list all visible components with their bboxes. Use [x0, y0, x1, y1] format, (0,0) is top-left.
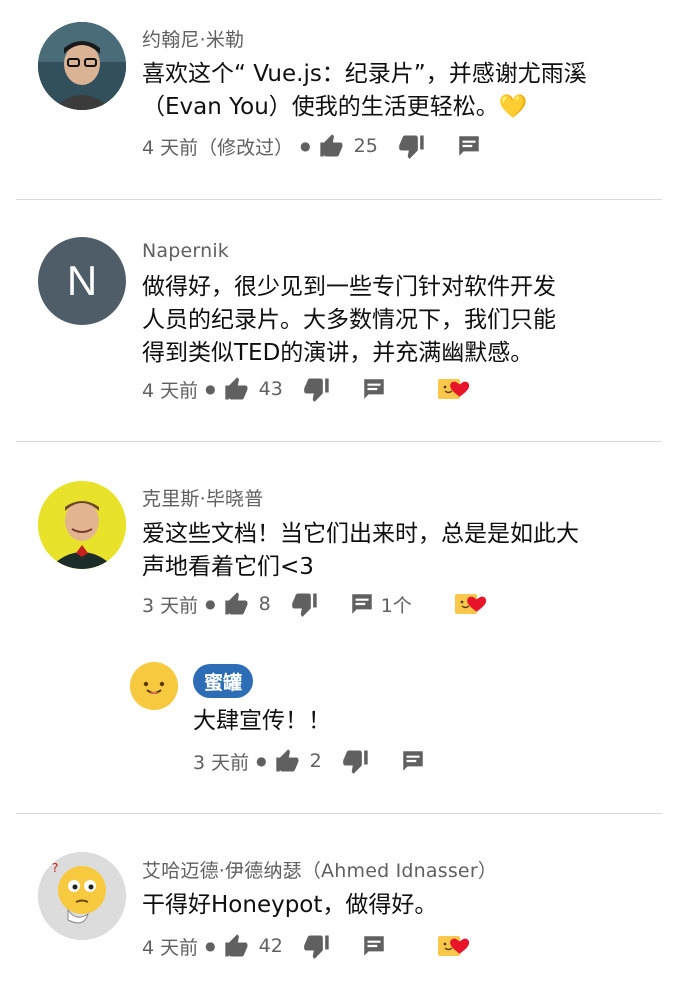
thumbs-up-icon — [318, 132, 346, 160]
comment: ? 艾哈迈德·伊德纳瑟（Ahmed Idnasser） 干得好Honeypot，… — [0, 814, 678, 982]
thumbs-up-icon — [274, 747, 302, 775]
creator-heart-icon — [437, 933, 473, 959]
separator-dot: ● — [205, 597, 216, 611]
reply-icon — [456, 133, 482, 159]
comment-text-line: （Evan You）使我的生活更轻松。💛 — [142, 94, 528, 120]
avatar[interactable] — [38, 481, 126, 569]
comment-actions: 4 天前 ● 42 — [142, 931, 473, 961]
thumbs-down-icon — [342, 747, 370, 775]
thumbs-up-icon — [223, 932, 251, 960]
thumbs-up-icon — [223, 590, 251, 618]
dislike-button[interactable] — [303, 932, 331, 960]
comment-text: 干得好Honeypot，做得好。 — [142, 889, 642, 922]
like-count: 42 — [258, 935, 283, 957]
comment: 克里斯·毕晓普 爱这些文档！当它们出来时，总是是如此大 声地看着它们<3 3 天… — [0, 442, 678, 814]
reply-text: 大肆宣传！！ — [193, 708, 331, 734]
comment-author[interactable]: 艾哈迈德·伊德纳瑟（Ahmed Idnasser） — [142, 856, 497, 883]
comment: N Napernik 做得好，很少见到一些专门针对软件开发 人员的纪录片。大多数… — [0, 200, 678, 442]
like-count: 25 — [353, 135, 378, 157]
avatar[interactable]: ? — [38, 852, 126, 940]
dislike-button[interactable] — [303, 375, 331, 403]
comment-text-line: 得到类似TED的演讲，并充满幽默感。 — [142, 340, 534, 366]
comment-text-line: 声地看着它们<3 — [142, 554, 314, 580]
comment-author[interactable]: 克里斯·毕晓普 — [142, 484, 263, 511]
like-button[interactable]: 25 — [318, 132, 378, 160]
comment-text-line: 干得好Honeypot，做得好。 — [142, 892, 438, 918]
avatar[interactable]: N — [38, 237, 126, 325]
reply-icon — [349, 591, 375, 617]
comment-text-line: 喜欢这个“ Vue.js：纪录片”，并感谢尤雨溪 — [142, 61, 587, 87]
comment-timestamp[interactable]: 4 天前（修改过） — [142, 133, 293, 160]
dislike-button[interactable] — [398, 132, 426, 160]
comment-text-line: 做得好，很少见到一些专门针对软件开发 — [142, 274, 556, 300]
thumbs-down-icon — [398, 132, 426, 160]
comment-thread: 约翰尼·米勒 喜欢这个“ Vue.js：纪录片”，并感谢尤雨溪 （Evan Yo… — [0, 0, 678, 982]
thumbs-down-icon — [303, 932, 331, 960]
reply-icon — [361, 376, 387, 402]
comment-text-line: 爱这些文档！当它们出来时，总是是如此大 — [142, 521, 579, 547]
reply-icon — [400, 748, 426, 774]
like-button[interactable]: 2 — [274, 747, 322, 775]
comment: 约翰尼·米勒 喜欢这个“ Vue.js：纪录片”，并感谢尤雨溪 （Evan Yo… — [0, 0, 678, 200]
reply-button[interactable] — [361, 376, 387, 402]
reply-button[interactable] — [361, 933, 387, 959]
comment-actions: 4 天前 ● 43 — [142, 374, 473, 404]
reply-button[interactable] — [456, 133, 482, 159]
avatar-letter: N — [66, 257, 98, 304]
like-button[interactable]: 8 — [223, 590, 271, 618]
reply-timestamp[interactable]: 3 天前 — [193, 748, 249, 775]
channel-owner-badge[interactable]: 蜜罐 — [193, 664, 254, 698]
separator-dot: ● — [256, 754, 267, 768]
reply-button[interactable]: 1个 — [349, 591, 412, 618]
comment-author[interactable]: 约翰尼·米勒 — [142, 25, 244, 52]
comment-timestamp[interactable]: 4 天前 — [142, 376, 198, 403]
comment-text: 喜欢这个“ Vue.js：纪录片”，并感谢尤雨溪 （Evan You）使我的生活… — [142, 58, 642, 124]
separator-dot: ● — [205, 382, 216, 396]
comment-actions: 4 天前（修改过） ● 25 — [142, 131, 482, 161]
like-button[interactable]: 43 — [223, 375, 283, 403]
reply-button[interactable] — [400, 748, 426, 774]
dislike-button[interactable] — [291, 590, 319, 618]
dislike-button[interactable] — [342, 747, 370, 775]
creator-heart-icon — [437, 376, 473, 402]
avatar[interactable] — [38, 22, 126, 110]
like-count: 2 — [309, 750, 322, 772]
comment-text: 爱这些文档！当它们出来时，总是是如此大 声地看着它们<3 — [142, 518, 642, 584]
reply-icon — [361, 933, 387, 959]
thumbs-down-icon — [291, 590, 319, 618]
creator-heart-icon — [454, 591, 490, 617]
comment-text: 做得好，很少见到一些专门针对软件开发 人员的纪录片。大多数情况下，我们只能 得到… — [142, 271, 642, 370]
like-button[interactable]: 42 — [223, 932, 283, 960]
thumbs-down-icon — [303, 375, 331, 403]
svg-text:?: ? — [52, 861, 58, 875]
comment-author[interactable]: Napernik — [142, 240, 229, 262]
separator-dot: ● — [205, 939, 216, 953]
comment-actions: 3 天前 ● 8 1个 — [142, 589, 490, 619]
comment-timestamp[interactable]: 3 天前 — [142, 591, 198, 618]
comment-text-line: 人员的纪录片。大多数情况下，我们只能 — [142, 307, 556, 333]
reply-count: 1个 — [380, 594, 412, 617]
reply-avatar[interactable] — [130, 662, 178, 710]
comment-timestamp[interactable]: 4 天前 — [142, 933, 198, 960]
like-count: 8 — [258, 593, 271, 615]
thumbs-up-icon — [223, 375, 251, 403]
like-count: 43 — [258, 378, 283, 400]
reply-actions: 3 天前 ● 2 — [193, 746, 426, 776]
separator-dot: ● — [300, 139, 311, 153]
